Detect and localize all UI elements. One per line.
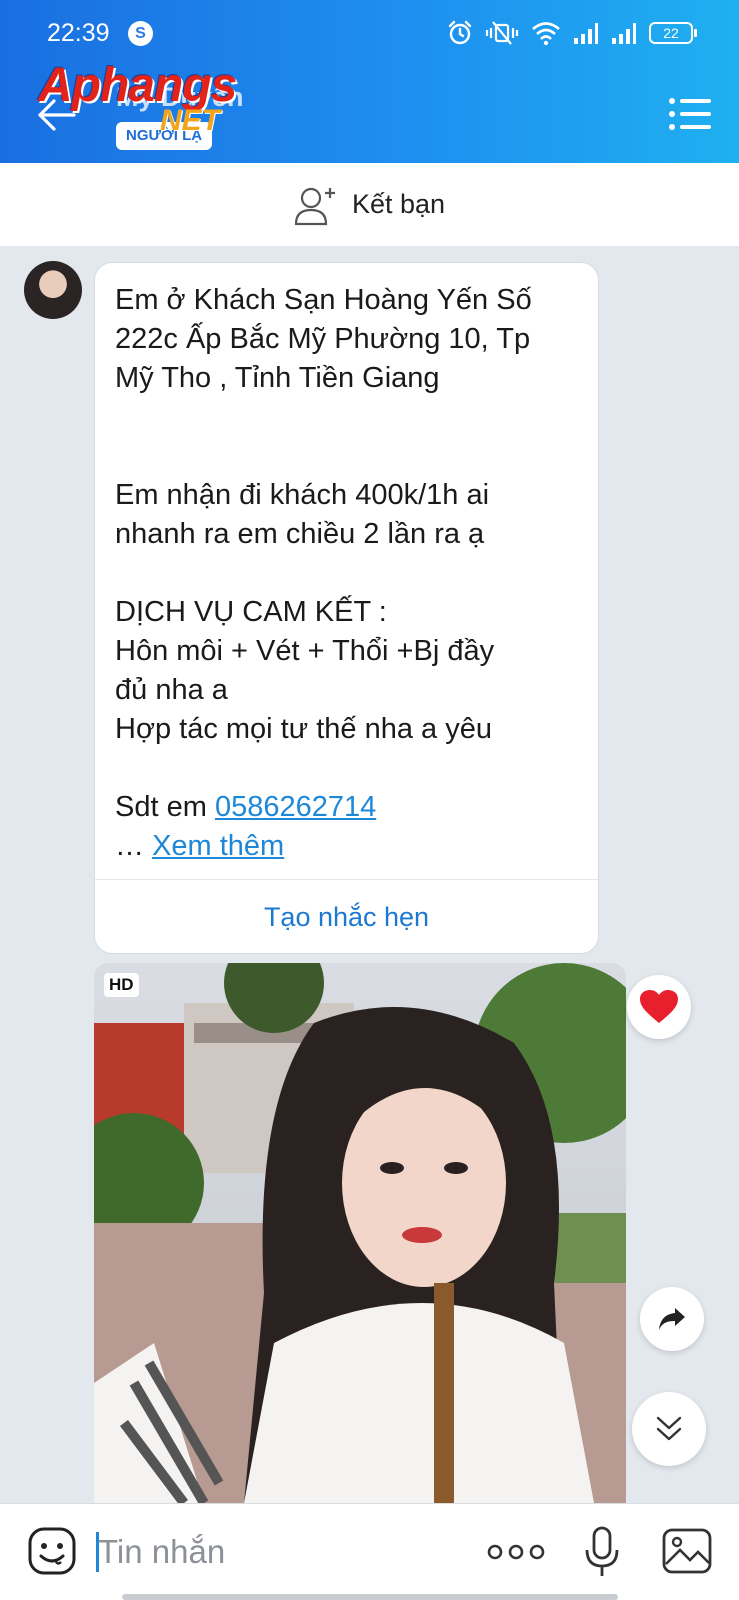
message-input-bar [0, 1503, 739, 1600]
photo-image [94, 963, 626, 1503]
image-icon[interactable] [662, 1528, 712, 1574]
message-text: Em ở Khách Sạn Hoàng Yến Số 222c Ấp Bắc … [115, 281, 585, 866]
message-line: đủ nha a [115, 674, 228, 706]
chat-header: 22:39 S 22 Mỹ Duyên NGƯỜI LẠ Aphangs NET [0, 0, 739, 163]
status-icons: 22 [447, 18, 697, 48]
bubble-divider [95, 879, 598, 880]
home-indicator [122, 1594, 618, 1600]
menu-icon[interactable] [668, 96, 712, 132]
message-line: Hôn môi + Vét + Thổi +Bj đầy [115, 635, 495, 667]
message-see-more-line: … Xem thêm [115, 827, 585, 866]
message-line [115, 398, 585, 437]
status-time: 22:39 [47, 19, 110, 47]
message-input[interactable] [98, 1526, 458, 1578]
message-line [115, 749, 585, 788]
battery-indicator: 22 [649, 22, 697, 44]
app-notification-badge: S [128, 21, 153, 46]
heart-react-button[interactable] [627, 975, 691, 1039]
create-reminder-button[interactable]: Tạo nhắc hẹn [95, 881, 598, 953]
photo-message[interactable]: HD [94, 963, 626, 1503]
ellipsis: … [115, 830, 153, 862]
wifi-icon [532, 22, 560, 46]
signal-icon [574, 23, 598, 44]
phone-link[interactable]: 0586262714 [215, 791, 376, 823]
status-bar: 22:39 S 22 [0, 0, 739, 66]
heart-icon [640, 990, 678, 1023]
scroll-down-button[interactable] [632, 1392, 706, 1466]
message-line [115, 554, 585, 593]
mic-icon[interactable] [584, 1526, 620, 1578]
see-more-link[interactable]: Xem thêm [152, 830, 284, 862]
message-line: nhanh ra em chiều 2 lần ra ạ [115, 518, 485, 550]
message-line: Hợp tác mọi tư thế nha a yêu [115, 713, 492, 745]
scroll-down-icon [656, 1416, 682, 1441]
phone-prefix: Sdt em [115, 791, 215, 823]
add-friend-label: Kết bạn [351, 189, 446, 219]
hd-badge: HD [104, 973, 139, 997]
vibrate-off-icon [485, 21, 519, 45]
add-friend-button[interactable]: Kết bạn [0, 163, 739, 246]
more-icon[interactable] [487, 1540, 545, 1564]
message-line: Mỹ Tho , Tỉnh Tiền Giang [115, 362, 440, 394]
message-phone-line: Sdt em 0586262714 [115, 788, 585, 827]
watermark-logo-sub: NET [160, 104, 220, 137]
alarm-icon [448, 20, 472, 45]
message-line: Em ở Khách Sạn Hoàng Yến Số [115, 284, 532, 316]
share-icon [659, 1308, 685, 1330]
message-bubble[interactable]: Em ở Khách Sạn Hoàng Yến Số 222c Ấp Bắc … [94, 262, 599, 954]
add-friend-icon [294, 187, 335, 225]
emoji-icon[interactable] [27, 1526, 77, 1576]
signal-icon-2 [612, 23, 636, 44]
share-button[interactable] [640, 1287, 704, 1351]
message-line [115, 437, 585, 476]
avatar[interactable] [24, 261, 82, 319]
message-line: Em nhận đi khách 400k/1h ai [115, 479, 490, 511]
message-line: 222c Ấp Bắc Mỹ Phường 10, Tp [115, 323, 531, 355]
message-line: DỊCH VỤ CAM KẾT : [115, 596, 387, 628]
